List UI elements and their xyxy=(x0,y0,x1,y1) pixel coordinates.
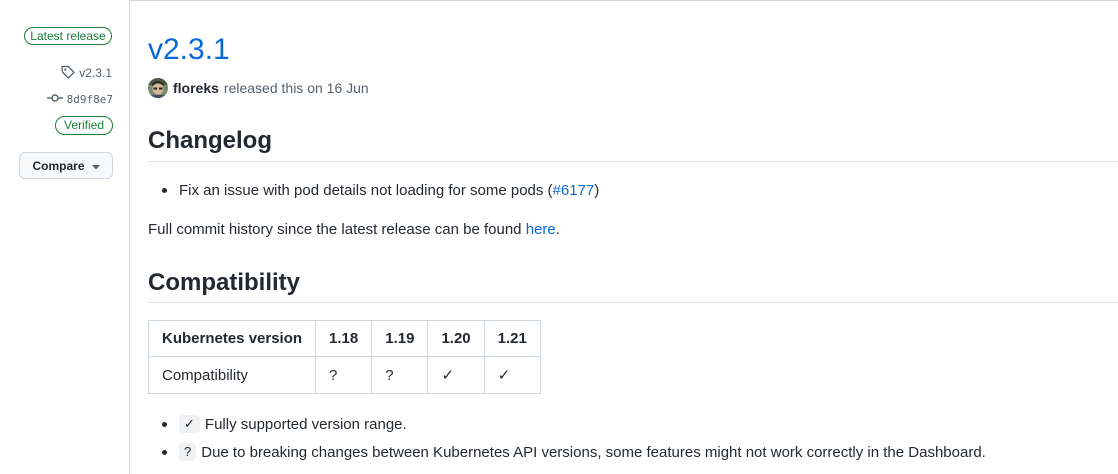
verified-badge[interactable]: Verified xyxy=(55,116,113,135)
top-border xyxy=(130,0,1118,1)
legend-text: Due to breaking changes between Kubernet… xyxy=(201,443,986,461)
table-cell: ✓ xyxy=(483,356,541,394)
history-suffix: . xyxy=(555,221,560,238)
list-item: Fix an issue with pod details not loadin… xyxy=(162,180,599,200)
changelog-heading: Changelog xyxy=(148,127,272,154)
release-meta: floreks released this on 16 Jun xyxy=(148,78,369,98)
changelog-item-suffix: ) xyxy=(594,181,600,199)
compatibility-heading: Compatibility xyxy=(148,269,301,296)
legend-symbol: ? xyxy=(179,443,197,461)
avatar[interactable] xyxy=(148,78,168,98)
history-text: Full commit history since the latest rel… xyxy=(148,221,526,238)
commit-link[interactable]: 8d9f8e7 xyxy=(46,91,113,107)
table-header-cell: 1.21 xyxy=(483,320,541,357)
bullet-dot xyxy=(162,187,167,193)
table-row: Compatibility ? ? ✓ ✓ xyxy=(147,356,541,394)
compatibility-table: Kubernetes version 1.18 1.19 1.20 1.21 C… xyxy=(147,320,541,394)
compatibility-rule xyxy=(148,302,1118,303)
history-paragraph: Full commit history since the latest rel… xyxy=(148,220,560,240)
table-cell: Compatibility xyxy=(147,356,317,394)
commit-sha: 8d9f8e7 xyxy=(66,92,113,106)
author-link[interactable]: floreks xyxy=(173,80,219,96)
sidebar-divider xyxy=(129,0,130,474)
table-header-cell: Kubernetes version xyxy=(147,320,317,357)
table-cell: ? xyxy=(371,356,429,394)
legend-text: Fully supported version range. xyxy=(204,415,407,433)
table-cell: ✓ xyxy=(427,356,485,394)
git-commit-icon xyxy=(46,93,63,106)
tag-name: v2.3.1 xyxy=(79,66,112,80)
compare-label: Compare xyxy=(32,158,85,173)
caret-down-icon xyxy=(91,159,100,173)
tag-link[interactable]: v2.3.1 xyxy=(60,65,112,81)
issue-link[interactable]: #6177 xyxy=(553,182,595,199)
compare-button[interactable]: Compare xyxy=(19,152,113,179)
changelog-rule xyxy=(148,161,1118,162)
list-item: ✓ Fully supported version range. xyxy=(162,414,407,434)
history-link[interactable]: here xyxy=(526,221,556,238)
table-header-cell: 1.19 xyxy=(371,320,429,357)
table-header-row: Kubernetes version 1.18 1.19 1.20 1.21 xyxy=(147,320,541,357)
bullet-dot xyxy=(162,449,167,455)
bullet-dot xyxy=(162,421,167,427)
tag-icon xyxy=(60,64,76,83)
table-header-cell: 1.18 xyxy=(315,320,373,357)
release-meta-text: released this on 16 Jun xyxy=(223,80,369,96)
release-sidebar: Latest release v2.3.1 8d9f8e7 Verified C… xyxy=(0,0,129,474)
release-title[interactable]: v2.3.1 xyxy=(148,30,230,70)
latest-release-badge: Latest release xyxy=(24,27,112,45)
changelog-item-text: Fix an issue with pod details not loadin… xyxy=(179,181,553,199)
list-item: ? Due to breaking changes between Kubern… xyxy=(162,442,986,462)
legend-symbol: ✓ xyxy=(179,415,200,433)
table-header-cell: 1.20 xyxy=(427,320,485,357)
table-cell: ? xyxy=(315,356,373,394)
